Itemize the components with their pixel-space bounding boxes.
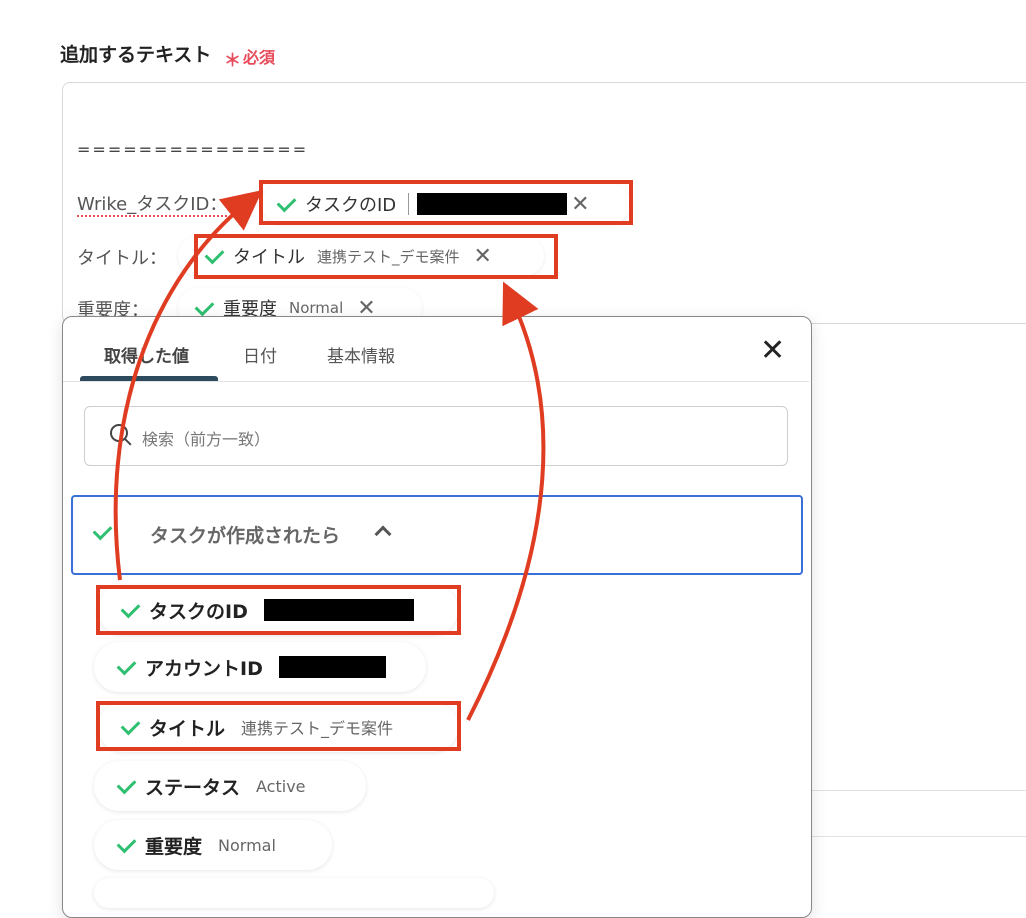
check-icon [204,244,225,264]
check-icon [116,655,137,675]
check-icon [194,296,215,316]
item-name: ステータス [145,776,241,799]
redacted-value [417,193,568,215]
item-name: アカウントID [145,657,263,680]
line-label-title: タイトル： [77,248,167,269]
list-item-account-id[interactable]: アカウントID [94,642,426,692]
token-value-redacted [408,193,415,215]
redacted-value [263,599,414,621]
check-icon [92,520,113,541]
item-name: 重要度 [145,835,203,858]
item-value: Normal [218,835,276,855]
tab-basic-info[interactable]: 基本情報 [327,342,395,367]
item-value: 連携テスト_デモ案件 [241,719,394,738]
close-icon[interactable]: ✕ [474,244,492,269]
check-icon [120,715,141,735]
line-label-task-id: Wrike_タスクID： [77,190,228,217]
list-item-title[interactable]: タイトル 連携テスト_デモ案件 [98,702,458,752]
search-placeholder: 検索（前方一致） [142,430,271,449]
item-name: タスクのID [149,600,248,623]
close-icon[interactable]: ✕ [760,336,785,366]
redacted-value [278,656,386,678]
check-icon [116,833,137,853]
list-item-priority[interactable]: 重要度 Normal [94,820,332,870]
list-item-partial[interactable] [94,878,494,908]
list-item-status[interactable]: ステータス Active [94,761,366,811]
group-label: タスクが作成されたら [150,525,341,547]
required-label: 必須 [243,48,276,67]
search-icon [110,424,128,442]
line-label-text: Wrike_タスクID： [77,194,228,217]
token-value: 連携テスト_デモ案件 [317,247,460,266]
check-icon [120,598,141,618]
check-icon [276,192,297,212]
divider [810,790,1026,791]
token-name: タイトル [233,247,305,268]
tab-date[interactable]: 日付 [243,342,277,367]
check-icon [116,774,137,794]
tab-acquired-values[interactable]: 取得した値 [104,342,189,367]
item-value: Active [256,776,306,796]
token-name: タスクのID [305,195,397,216]
list-item-task-id[interactable]: タスクのID [98,585,458,635]
tab-divider [63,381,809,382]
token-task-id[interactable]: タスクのID ✕ [262,184,630,224]
token-value: Normal [289,299,344,317]
item-name: タイトル [149,717,226,740]
required-asterisk: ＊ [224,51,241,71]
divider [810,836,1026,837]
close-icon[interactable]: ✕ [571,192,589,217]
field-label: 追加するテキスト [60,44,212,66]
token-title[interactable]: タイトル 連携テスト_デモ案件 ✕ [178,236,544,276]
active-tab-indicator [80,376,218,381]
separator-line: =============== [77,140,309,159]
